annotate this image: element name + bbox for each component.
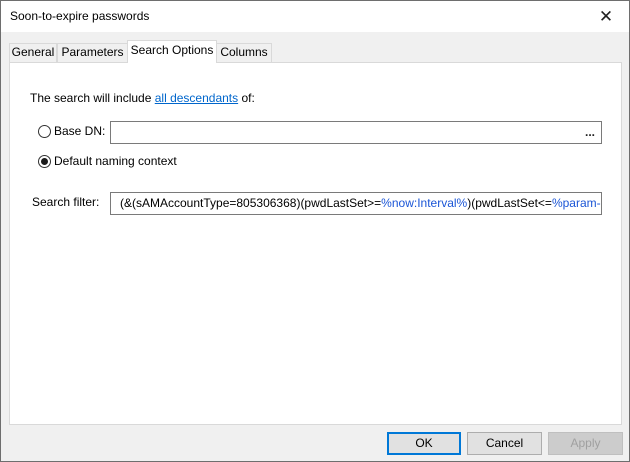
filter-text-part2: )(pwdLastSet<= [467, 196, 552, 210]
tab-search-options[interactable]: Search Options [127, 40, 217, 63]
title-bar: Soon-to-expire passwords ✕ [1, 1, 629, 32]
default-naming-context-label: Default naming context [54, 154, 177, 168]
search-options-panel: The search will include all descendants … [9, 62, 622, 425]
apply-button[interactable]: Apply [548, 432, 623, 455]
filter-variable-param-days: %param-days [551, 196, 601, 210]
filter-text-part1: (&(sAMAccountType=805306368)(pwdLastSet>… [120, 196, 382, 210]
filter-variable-now-interval: %now:Interval% [381, 196, 468, 210]
default-naming-context-radio[interactable] [38, 154, 51, 168]
browse-button[interactable]: ... [585, 122, 595, 143]
search-filter-field[interactable]: (&(sAMAccountType=805306368)(pwdLastSet>… [110, 192, 602, 215]
tab-parameters[interactable]: Parameters [57, 43, 128, 62]
base-dn-field[interactable]: ... [110, 121, 602, 144]
tab-columns[interactable]: Columns [216, 43, 272, 62]
search-scope-suffix: of: [241, 91, 255, 105]
ok-button[interactable]: OK [387, 432, 461, 455]
default-naming-context-option[interactable]: Default naming context [38, 153, 177, 169]
tab-general[interactable]: General [9, 43, 57, 62]
window-title: Soon-to-expire passwords [10, 9, 150, 23]
cancel-button[interactable]: Cancel [467, 432, 542, 455]
search-scope-prefix: The search will include [30, 91, 152, 105]
base-dn-radio[interactable] [38, 124, 51, 138]
base-dn-radio-option[interactable]: Base DN: [38, 123, 105, 139]
base-dn-label: Base DN: [54, 124, 106, 138]
search-scope-text: The search will include all descendants … [30, 91, 255, 105]
close-icon[interactable]: ✕ [583, 1, 629, 32]
dialog-window: Soon-to-expire passwords ✕ General Param… [0, 0, 630, 462]
all-descendants-link[interactable]: all descendants [155, 91, 238, 105]
search-filter-label: Search filter: [32, 195, 100, 209]
